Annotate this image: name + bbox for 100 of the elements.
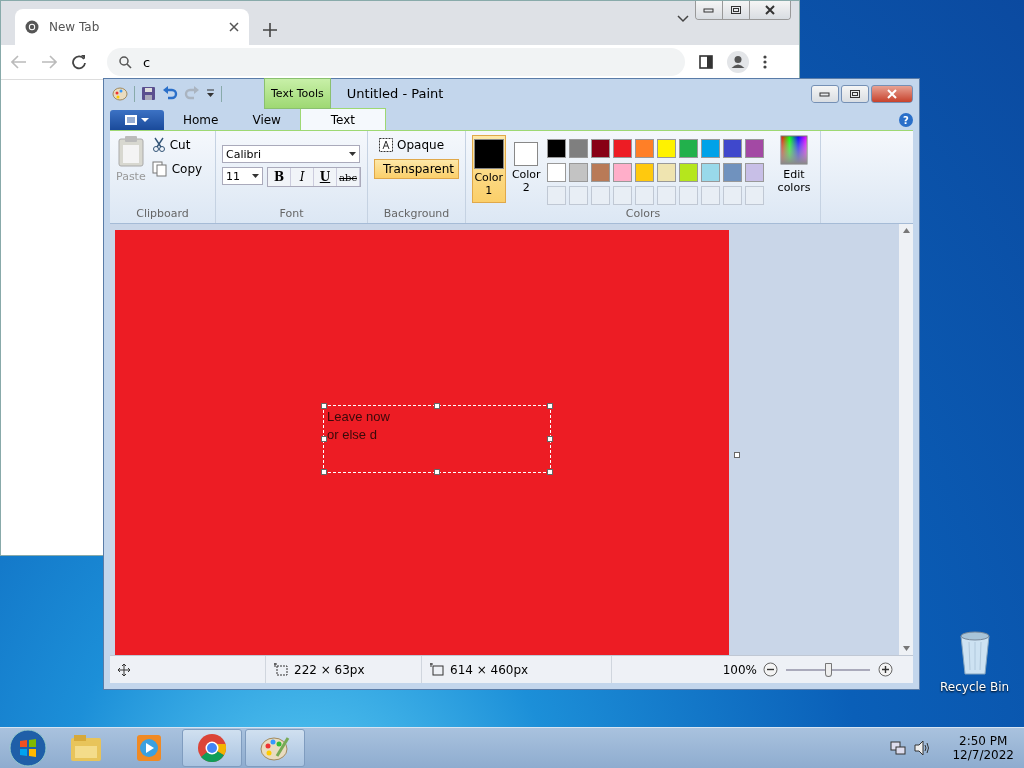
font-style-button[interactable]: U [314, 168, 337, 186]
drawing-canvas[interactable]: Leave now or else d [115, 230, 729, 655]
address-bar[interactable]: c [107, 48, 685, 76]
caret-icon [252, 174, 259, 178]
palette-color[interactable] [679, 162, 698, 182]
forward-icon[interactable] [41, 55, 57, 69]
font-style-button[interactable]: I [291, 168, 314, 186]
palette-color[interactable] [569, 162, 588, 182]
empty-color-slot[interactable] [591, 186, 610, 206]
restore-icon [849, 89, 861, 99]
empty-color-slot[interactable] [723, 186, 742, 206]
search-icon [119, 56, 132, 69]
palette-color[interactable] [547, 139, 566, 158]
palette-color[interactable] [613, 162, 632, 182]
background-option[interactable]: Opaque [374, 135, 459, 155]
palette-color[interactable] [657, 162, 676, 182]
vertical-scrollbar[interactable] [899, 224, 913, 655]
save-icon[interactable] [141, 86, 156, 101]
ribbon-tab[interactable]: Text [299, 108, 386, 130]
palette-color[interactable] [591, 139, 610, 158]
recycle-bin[interactable]: Recycle Bin [940, 630, 1010, 694]
selection-icon [274, 663, 288, 676]
zoom-in-icon[interactable] [878, 662, 893, 677]
chevron-down-icon[interactable] [677, 15, 689, 23]
taskbar-app-button[interactable] [182, 729, 242, 767]
palette-color[interactable] [635, 139, 654, 158]
side-panel-icon[interactable] [699, 55, 713, 69]
clock[interactable]: 2:50 PM 12/7/2022 [952, 734, 1014, 762]
dropdown-icon[interactable] [206, 89, 215, 98]
empty-color-slot[interactable] [547, 186, 566, 206]
restore-icon [730, 5, 742, 15]
edit-colors-button[interactable]: Edit colors [774, 135, 814, 207]
empty-color-slot[interactable] [569, 186, 588, 206]
speaker-icon[interactable] [914, 740, 931, 756]
palette-color[interactable] [745, 162, 764, 182]
font-family-dropdown[interactable]: Calibri [222, 145, 360, 163]
palette-color[interactable] [635, 162, 654, 182]
scroll-down-icon[interactable] [902, 646, 910, 651]
move-icon [118, 663, 130, 676]
maximize-button[interactable] [723, 1, 750, 19]
close-tab-icon[interactable] [229, 22, 239, 32]
empty-color-slot[interactable] [745, 186, 764, 206]
copy-button[interactable]: Copy [151, 159, 203, 179]
back-icon[interactable] [11, 55, 27, 69]
text-box[interactable]: Leave now or else d [323, 405, 551, 473]
taskbar-app-button[interactable] [245, 729, 305, 767]
close-icon [764, 5, 776, 15]
cut-button[interactable]: Cut [151, 135, 203, 155]
palette-color[interactable] [723, 162, 742, 182]
resize-handle[interactable] [734, 452, 740, 458]
palette-color[interactable] [613, 139, 632, 158]
font-style-button[interactable]: B [268, 168, 291, 186]
recycle-bin-label: Recycle Bin [940, 680, 1010, 694]
clipboard-icon [116, 135, 145, 167]
maximize-button[interactable] [841, 85, 869, 103]
minimize-icon [819, 91, 831, 97]
ribbon-tab[interactable]: View [237, 108, 296, 130]
paint-menu-button[interactable] [110, 110, 164, 130]
palette-color[interactable] [745, 139, 764, 158]
empty-color-slot[interactable] [613, 186, 632, 206]
menu-icon[interactable] [763, 55, 767, 69]
ribbon-tab[interactable]: Home [168, 108, 234, 130]
palette-color[interactable] [547, 162, 566, 182]
start-button[interactable] [9, 729, 47, 767]
help-button[interactable]: ? [899, 113, 913, 127]
group-label: Colors [624, 207, 662, 222]
profile-icon[interactable] [727, 51, 749, 73]
font-size-dropdown[interactable]: 11 [222, 167, 263, 185]
color-slot-button[interactable]: Color 1 [472, 135, 506, 203]
close-button[interactable] [750, 1, 790, 19]
empty-color-slot[interactable] [657, 186, 676, 206]
media-player-icon [136, 734, 162, 762]
palette-color[interactable] [569, 139, 588, 158]
empty-color-slot[interactable] [679, 186, 698, 206]
palette-color[interactable] [723, 139, 742, 158]
color-slot-button[interactable]: Color 2 [509, 135, 543, 203]
empty-color-slot[interactable] [701, 186, 720, 206]
contextual-tab-label: Text Tools [264, 78, 331, 109]
color-spectrum-icon [780, 135, 808, 165]
font-style-button[interactable]: abc [337, 168, 360, 186]
zoom-slider-thumb[interactable] [825, 662, 832, 677]
empty-color-slot[interactable] [635, 186, 654, 206]
redo-icon[interactable] [184, 86, 200, 101]
scroll-up-icon[interactable] [902, 228, 910, 233]
undo-icon[interactable] [162, 86, 178, 101]
new-tab-icon[interactable] [263, 23, 277, 37]
palette-color[interactable] [679, 139, 698, 158]
palette-color[interactable] [591, 162, 610, 182]
background-option[interactable]: Transparent [374, 159, 459, 179]
palette-color[interactable] [657, 139, 676, 158]
palette-color[interactable] [701, 139, 720, 158]
browser-tab[interactable]: New Tab [15, 9, 249, 45]
palette-color[interactable] [701, 162, 720, 182]
group-label: Background [382, 207, 451, 222]
window-title: Untitled - Paint [346, 86, 444, 101]
tab-title: New Tab [49, 20, 101, 34]
network-icon[interactable] [890, 740, 907, 756]
reload-icon[interactable] [71, 54, 87, 70]
canvas-size-icon [430, 663, 444, 676]
zoom-out-icon[interactable] [763, 662, 778, 677]
